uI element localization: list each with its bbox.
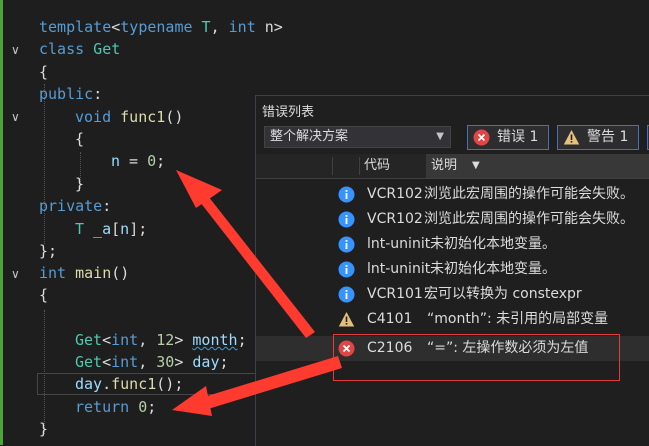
arrow-to-assignment	[176, 170, 315, 338]
annotation-arrows	[172, 170, 342, 416]
arrow-to-return	[172, 356, 342, 416]
